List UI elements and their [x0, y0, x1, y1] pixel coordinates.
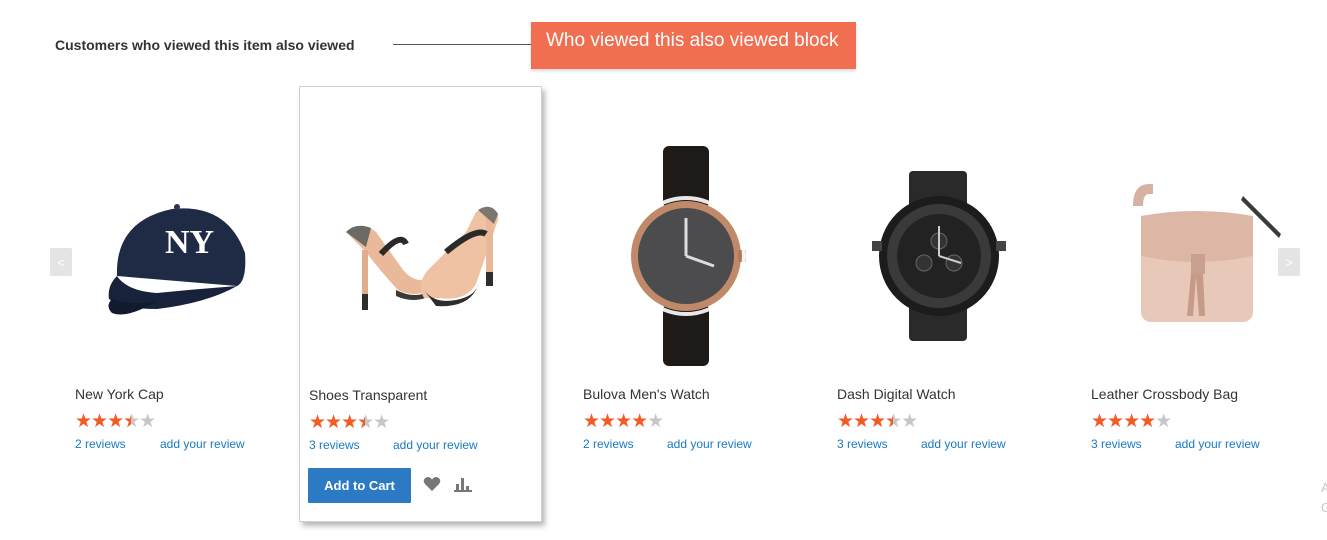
block-title: Customers who viewed this item also view… [55, 37, 355, 53]
rating-stars: ★★★★★★ [837, 411, 918, 432]
product-card-bulova[interactable]: Bulova Men's Watch ★★★★★ 2 reviews add y… [563, 86, 806, 522]
reviews-link[interactable]: 2 reviews [583, 437, 634, 451]
product-name[interactable]: Dash Digital Watch [837, 386, 956, 402]
callout-line [393, 44, 533, 45]
rating-stars: ★★★★★★ [309, 412, 390, 433]
add-review-link[interactable]: add your review [1175, 437, 1260, 451]
add-to-cart-button[interactable]: Add to Cart [308, 468, 411, 503]
watermark-text: A G [1321, 480, 1327, 515]
compare-icon[interactable] [454, 476, 472, 497]
heart-icon[interactable] [423, 476, 441, 497]
reviews-link[interactable]: 3 reviews [1091, 437, 1142, 451]
reviews-link[interactable]: 2 reviews [75, 437, 126, 451]
watch-image[interactable] [563, 126, 806, 386]
rating-stars: ★★★★★ [583, 411, 664, 432]
heels-image[interactable] [300, 117, 541, 377]
rating-stars: ★★★★★★ [75, 411, 156, 432]
cap-image[interactable]: NY [55, 126, 298, 386]
product-card-dash[interactable]: Dash Digital Watch ★★★★★★ 3 reviews add … [817, 86, 1060, 522]
rating-stars: ★★★★★ [1091, 411, 1172, 432]
product-name[interactable]: Bulova Men's Watch [583, 386, 710, 402]
product-name[interactable]: Leather Crossbody Bag [1091, 386, 1238, 402]
reviews-link[interactable]: 3 reviews [837, 437, 888, 451]
product-name[interactable]: New York Cap [75, 386, 164, 402]
bag-image[interactable] [1071, 126, 1314, 386]
add-review-link[interactable]: add your review [921, 437, 1006, 451]
product-card-shoes[interactable]: Shoes Transparent ★★★★★★ 3 reviews add y… [299, 86, 542, 522]
add-review-link[interactable]: add your review [667, 437, 752, 451]
callout-label: Who viewed this also viewed block [531, 22, 856, 69]
product-name[interactable]: Shoes Transparent [309, 387, 427, 403]
product-card-cap[interactable]: NY New York Cap ★★★★★★ 2 reviews add you… [55, 86, 298, 522]
add-review-link[interactable]: add your review [393, 438, 478, 452]
add-review-link[interactable]: add your review [160, 437, 245, 451]
digital-watch-image[interactable] [817, 126, 1060, 386]
svg-text:NY: NY [165, 224, 214, 261]
reviews-link[interactable]: 3 reviews [309, 438, 360, 452]
product-card-bag[interactable]: Leather Crossbody Bag ★★★★★ 3 reviews ad… [1071, 86, 1314, 522]
